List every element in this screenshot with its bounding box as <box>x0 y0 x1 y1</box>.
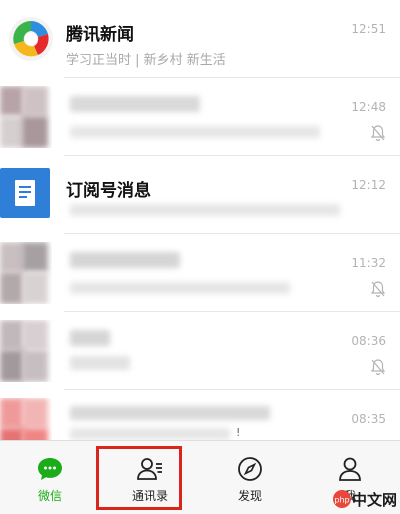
chat-row-subscriptions[interactable]: 订阅号消息 12:12 <box>0 156 400 234</box>
chat-title: 腾讯新闻 <box>66 25 134 45</box>
tencent-news-avatar <box>8 16 54 62</box>
person-icon <box>339 457 361 481</box>
tab-label: 发现 <box>237 489 262 503</box>
contact-avatar <box>0 320 52 382</box>
watermark-text: 中文网 <box>352 491 398 509</box>
chat-row-tencent-news[interactable]: 腾讯新闻 学习正当时 | 新乡村 新生活 12:51 <box>0 0 400 78</box>
chat-title: 订阅号消息 <box>66 181 151 201</box>
chat-preview <box>70 428 230 440</box>
chat-preview: 学习正当时 | 新乡村 新生活 <box>66 53 226 68</box>
chat-preview <box>70 126 320 138</box>
mute-bell-icon <box>370 125 386 142</box>
tab-label: 微信 <box>37 489 62 503</box>
chat-time: 11:32 <box>351 256 386 270</box>
chat-time: 08:35 <box>351 412 386 426</box>
chat-row-blurred[interactable]: 12:48 <box>0 78 400 156</box>
compass-icon <box>238 457 262 481</box>
chat-bubble-icon <box>38 458 62 480</box>
chat-list: 腾讯新闻 学习正当时 | 新乡村 新生活 12:51 12:48 订阅号消息 1… <box>0 0 400 440</box>
chat-preview <box>70 356 130 370</box>
chat-time: 12:48 <box>351 100 386 114</box>
chat-time: 12:51 <box>351 22 386 36</box>
mute-bell-icon <box>370 359 386 376</box>
contact-avatar <box>0 242 52 304</box>
chat-preview-mark: ! <box>236 426 241 439</box>
chat-row-blurred[interactable]: 11:32 <box>0 234 400 312</box>
chat-row-blurred[interactable]: 08:36 <box>0 312 400 390</box>
tab-chats[interactable]: 微信 <box>0 441 100 514</box>
mute-bell-icon <box>370 281 386 298</box>
chat-preview <box>70 282 290 294</box>
contacts-tab-highlight <box>96 446 182 510</box>
chat-preview <box>70 204 340 216</box>
document-icon <box>15 180 35 206</box>
contact-avatar <box>0 86 52 148</box>
php-watermark: php 中文网 <box>332 488 398 510</box>
chat-title <box>70 252 180 268</box>
php-logo-icon: php <box>333 490 351 508</box>
chat-row-blurred[interactable]: ! 08:35 <box>0 390 400 440</box>
contact-avatar <box>0 398 52 440</box>
tab-discover[interactable]: 发现 <box>200 441 300 514</box>
chat-title <box>70 96 200 112</box>
subscription-avatar <box>0 168 50 218</box>
chat-time: 12:12 <box>351 178 386 192</box>
chat-title <box>70 406 270 420</box>
chat-time: 08:36 <box>351 334 386 348</box>
php-logo-text: php <box>334 496 349 505</box>
chat-title <box>70 330 110 346</box>
